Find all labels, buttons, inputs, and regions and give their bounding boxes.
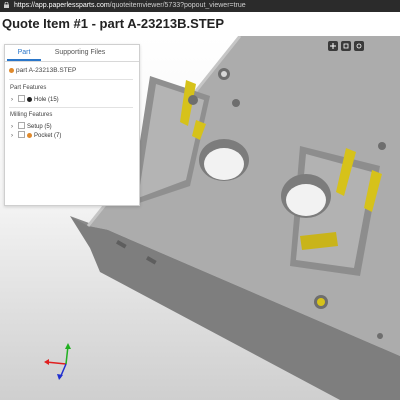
lock-icon <box>4 2 9 8</box>
tab-supporting-files[interactable]: Supporting Files <box>45 45 115 61</box>
arrows-icon[interactable] <box>328 41 338 51</box>
part-name: part A-23213B.STEP <box>16 67 77 74</box>
feature-color-dot <box>27 97 32 102</box>
url-path: /quoteitemviewer/5733?popout_viewer=true <box>109 2 246 9</box>
feature-label: Pocket (7) <box>34 133 62 139</box>
page-title: Quote Item #1 - part A-23213B.STEP <box>2 16 225 31</box>
browser-url-bar[interactable]: https://app.paperlessparts.com/quoteitem… <box>0 0 400 12</box>
cube-icon[interactable] <box>341 41 351 51</box>
title-bar: Quote Item #1 - part A-23213B.STEP <box>0 12 400 36</box>
x-axis-arrow-icon <box>44 359 49 365</box>
feature-row-pocket[interactable]: › Pocket (7) <box>11 131 61 139</box>
reset-icon[interactable] <box>354 41 364 51</box>
milling-features-heading: Milling Features <box>10 112 53 118</box>
feature-color-dot <box>27 133 32 138</box>
panel-tabs: Part Supporting Files <box>5 45 139 62</box>
divider <box>9 79 133 80</box>
part-icon <box>9 68 14 73</box>
divider <box>9 107 133 108</box>
feature-label: Hole (15) <box>34 97 59 103</box>
feature-label: Setup (5) <box>27 124 52 130</box>
feature-checkbox[interactable] <box>18 95 25 102</box>
3d-viewer[interactable]: Part Supporting Files part A-23213B.STEP… <box>0 36 400 400</box>
axis-triad <box>44 343 71 380</box>
part-features-heading: Part Features <box>10 85 47 91</box>
url-host: https://app.paperlessparts.com <box>13 2 110 9</box>
chevron-right-icon[interactable]: › <box>11 124 17 130</box>
y-axis-arrow-icon <box>65 343 71 349</box>
chevron-right-icon[interactable]: › <box>11 133 17 139</box>
z-axis-arrow-icon <box>57 374 63 380</box>
feature-checkbox[interactable] <box>18 131 25 138</box>
feature-row-setup[interactable]: › Setup (5) <box>11 122 52 130</box>
feature-row-hole[interactable]: › Hole (15) <box>11 95 59 103</box>
feature-panel: Part Supporting Files part A-23213B.STEP… <box>4 44 140 206</box>
tab-part[interactable]: Part <box>7 45 41 61</box>
feature-checkbox[interactable] <box>18 122 25 129</box>
chevron-right-icon[interactable]: › <box>11 97 17 103</box>
part-file-row[interactable]: part A-23213B.STEP <box>9 67 76 74</box>
